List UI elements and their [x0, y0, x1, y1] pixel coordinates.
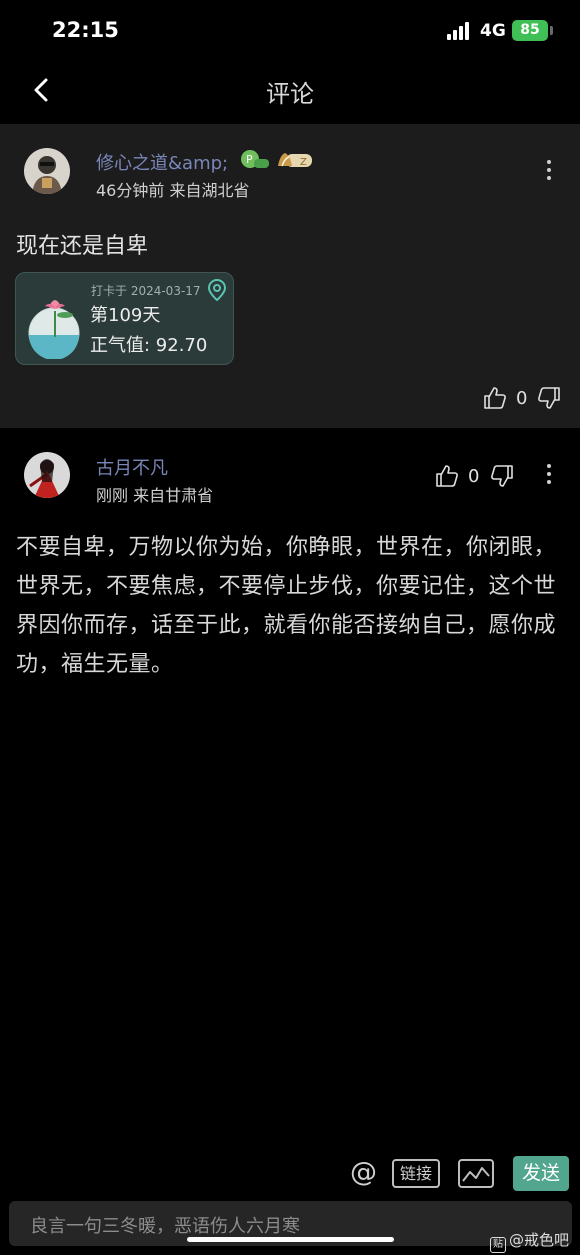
reply-dislike-button[interactable]: [490, 464, 514, 488]
reply-like-button[interactable]: [435, 464, 459, 488]
vip-badge-icon: P: [240, 148, 270, 170]
signal-icon: [447, 22, 473, 40]
main-post: 修心之道&amp; P Z 46分钟前 来自湖北省 现在还是自卑 打卡于 202…: [0, 124, 580, 428]
post-text: 现在还是自卑: [16, 234, 149, 259]
tieba-logo: 贴: [490, 1237, 506, 1253]
reply-meta: 刚刚 来自甘肃省: [96, 486, 214, 505]
nav-bar: 评论: [0, 60, 580, 122]
level-badge-text: Z: [300, 157, 307, 168]
reply-more-icon[interactable]: [544, 464, 554, 488]
like-count: 0: [516, 388, 528, 409]
network-type: 4G: [480, 21, 506, 41]
svg-text:P: P: [246, 153, 253, 166]
thumbs-down-icon: [491, 465, 513, 487]
dislike-button[interactable]: [537, 386, 561, 410]
home-indicator: [187, 1237, 394, 1242]
like-button[interactable]: [483, 386, 507, 410]
avatar[interactable]: [24, 148, 70, 194]
more-icon[interactable]: [544, 160, 554, 184]
checkin-card[interactable]: 打卡于 2024-03-17 第109天 正气值: 92.70: [15, 272, 234, 365]
reply-text: 不要自卑，万物以你为始，你睁眼，世界在，你闭眼，世界无，不要焦虑，不要停止步伐，…: [16, 535, 557, 677]
image-button[interactable]: [458, 1159, 494, 1188]
reply-avatar-image: [24, 452, 70, 498]
at-mention-button[interactable]: @: [350, 1157, 377, 1188]
username[interactable]: 修心之道&amp;: [96, 149, 228, 175]
level-badge-icon: Z: [276, 151, 313, 169]
thumbs-up-icon: [484, 387, 506, 409]
thumbs-up-icon: [436, 465, 458, 487]
status-time: 22:15: [52, 18, 119, 42]
avatar-image: [24, 148, 70, 194]
post-meta: 46分钟前 来自湖北省: [96, 181, 250, 200]
reply-avatar[interactable]: [24, 452, 70, 498]
page-title: 评论: [266, 80, 314, 108]
battery-level: 85: [520, 22, 540, 38]
image-icon: [458, 1159, 494, 1188]
watermark: 贴 @戒色吧: [490, 1229, 570, 1253]
battery-cap: [550, 26, 553, 35]
reply-username[interactable]: 古月不凡: [96, 454, 168, 480]
watermark-text: @戒色吧: [509, 1231, 570, 1249]
battery-icon: 85: [512, 20, 548, 41]
checkin-score: 正气值: 92.70: [90, 335, 208, 356]
send-button[interactable]: 发送: [513, 1156, 569, 1191]
checkin-days: 第109天: [90, 305, 161, 326]
thumbs-down-icon: [538, 387, 560, 409]
reply-like-count: 0: [468, 466, 480, 487]
lotus-vase-icon: [28, 300, 80, 359]
link-button[interactable]: 链接: [392, 1159, 440, 1188]
status-bar: 22:15 4G 85: [0, 0, 580, 60]
checkin-date: 打卡于 2024-03-17: [91, 284, 201, 298]
location-pin-icon: [207, 279, 227, 301]
